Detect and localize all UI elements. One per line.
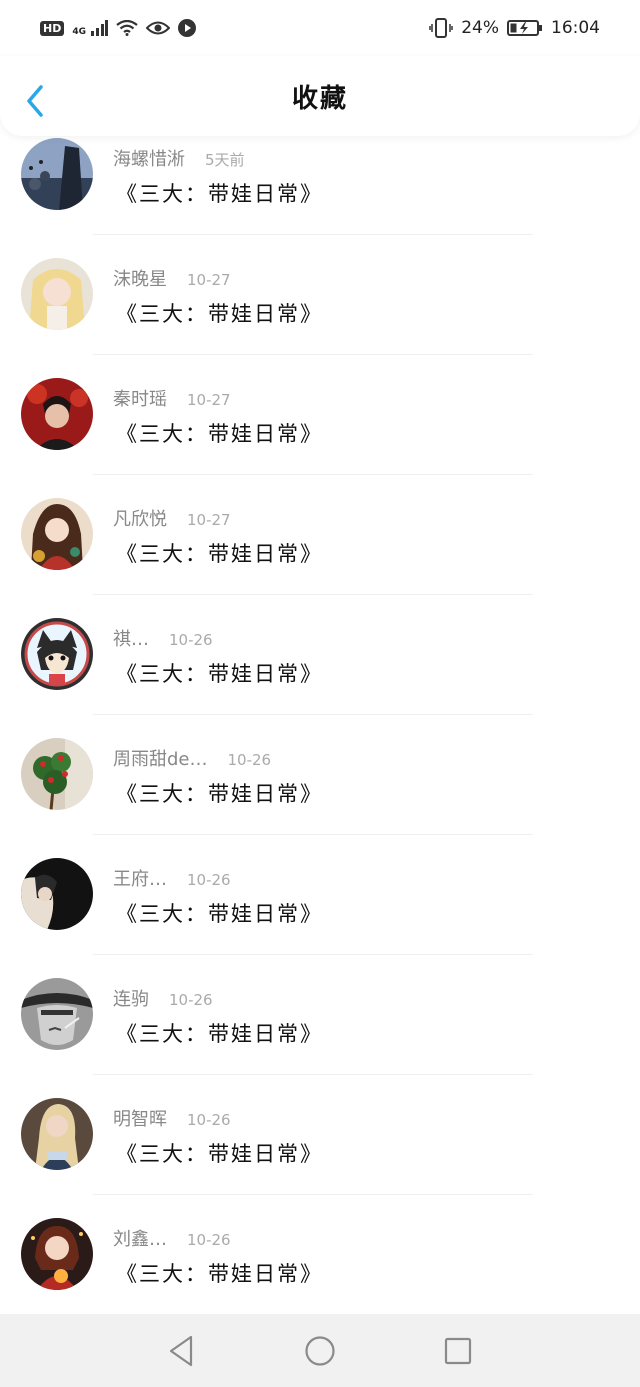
user-name[interactable]: 祺… (113, 625, 149, 651)
divider (93, 1194, 533, 1195)
battery-percent: 24% (461, 18, 499, 38)
item-time: 10-26 (227, 751, 272, 769)
page-title: 收藏 (291, 83, 348, 114)
divider (93, 1074, 533, 1075)
divider (93, 834, 533, 835)
divider (93, 354, 533, 355)
work-title[interactable]: 《三大：带娃日常》 (116, 778, 323, 808)
item-time: 10-26 (169, 631, 213, 649)
divider (93, 594, 533, 595)
item-meta: 沫晚星 10-27 (113, 265, 231, 291)
avatar (21, 738, 93, 810)
item-meta: 海螺惜淅 5天前 (113, 145, 245, 171)
item-time: 10-27 (187, 511, 231, 529)
avatar (21, 858, 93, 930)
chevron-left-icon (27, 85, 43, 117)
list-item[interactable]: 连驹 10-26 《三大：带娃日常》 (0, 970, 640, 1090)
avatar (21, 258, 93, 330)
list-item[interactable]: 周雨甜de… 10-26 《三大：带娃日常》 (0, 730, 640, 850)
user-name[interactable]: 王府… (113, 865, 167, 891)
item-meta: 刘鑫… 10-26 (113, 1225, 231, 1251)
avatar (21, 1218, 93, 1290)
avatar (21, 498, 93, 570)
list-item[interactable]: 祺… 10-26 《三大：带娃日常》 (0, 610, 640, 730)
item-meta: 周雨甜de… 10-26 (113, 745, 271, 771)
work-title[interactable]: 《三大：带娃日常》 (116, 1138, 323, 1168)
work-title[interactable]: 《三大：带娃日常》 (116, 658, 323, 688)
work-title[interactable]: 《三大：带娃日常》 (116, 1018, 323, 1048)
avatar (21, 1098, 93, 1170)
work-title[interactable]: 《三大：带娃日常》 (116, 1258, 323, 1288)
work-title[interactable]: 《三大：带娃日常》 (116, 538, 323, 568)
status-bar: HD 4G 24% 16:04 (0, 0, 640, 56)
circle-home-icon (305, 1335, 335, 1366)
divider (93, 474, 533, 475)
item-time: 10-26 (169, 991, 213, 1009)
item-time: 10-27 (187, 271, 231, 289)
list-item[interactable]: 王府… 10-26 《三大：带娃日常》 (0, 850, 640, 970)
item-meta: 连驹 10-26 (113, 985, 213, 1011)
status-bar-left: HD 4G (40, 19, 196, 37)
item-time: 10-26 (187, 871, 231, 889)
list-item[interactable]: 明智晖 10-26 《三大：带娃日常》 (0, 1090, 640, 1210)
user-name[interactable]: 刘鑫… (113, 1225, 167, 1251)
wifi-icon (116, 20, 138, 36)
user-name[interactable]: 凡欣悦 (113, 505, 167, 531)
avatar (21, 138, 93, 210)
list-item[interactable]: 海螺惜淅 5天前 《三大：带娃日常》 (0, 130, 640, 250)
triangle-back-icon (169, 1335, 193, 1366)
battery-charging-icon (507, 20, 542, 36)
item-meta: 秦时瑶 10-27 (113, 385, 231, 411)
user-name[interactable]: 沫晚星 (113, 265, 167, 291)
favorites-list: 海螺惜淅 5天前 《三大：带娃日常》 沫晚星 10-27 《三大：带娃日常》 秦… (0, 130, 640, 1330)
status-bar-right: 24% 16:04 (429, 18, 600, 38)
hd-badge: HD (40, 20, 65, 36)
user-name[interactable]: 周雨甜de… (113, 745, 208, 771)
item-time: 10-26 (187, 1111, 231, 1129)
work-title[interactable]: 《三大：带娃日常》 (116, 418, 323, 448)
divider (93, 954, 533, 955)
divider (93, 234, 533, 235)
square-recents-icon (444, 1337, 472, 1364)
avatar (21, 618, 93, 690)
list-item[interactable]: 沫晚星 10-27 《三大：带娃日常》 (0, 250, 640, 370)
play-icon (178, 19, 196, 37)
item-meta: 凡欣悦 10-27 (113, 505, 231, 531)
work-title[interactable]: 《三大：带娃日常》 (116, 298, 323, 328)
user-name[interactable]: 海螺惜淅 (113, 145, 185, 171)
user-name[interactable]: 连驹 (113, 985, 149, 1011)
signal-icon (91, 20, 108, 36)
item-meta: 明智晖 10-26 (113, 1105, 231, 1131)
work-title[interactable]: 《三大：带娃日常》 (116, 178, 323, 208)
avatar (21, 978, 93, 1050)
item-time: 10-26 (187, 1231, 231, 1249)
work-title[interactable]: 《三大：带娃日常》 (116, 898, 323, 928)
app-header: 收藏 (0, 56, 640, 136)
list-item[interactable]: 秦时瑶 10-27 《三大：带娃日常》 (0, 370, 640, 490)
vibrate-icon (429, 18, 453, 38)
user-name[interactable]: 秦时瑶 (113, 385, 167, 411)
user-name[interactable]: 明智晖 (113, 1105, 167, 1131)
nav-home-button[interactable] (300, 1331, 340, 1371)
nav-recents-button[interactable] (438, 1331, 478, 1371)
item-meta: 王府… 10-26 (113, 865, 231, 891)
item-meta: 祺… 10-26 (113, 625, 213, 651)
system-nav-bar (0, 1314, 640, 1387)
list-item[interactable]: 刘鑫… 10-26 《三大：带娃日常》 (0, 1210, 640, 1330)
back-button[interactable] (20, 76, 60, 124)
clock: 16:04 (551, 18, 600, 38)
nav-back-button[interactable] (162, 1331, 202, 1371)
list-item[interactable]: 凡欣悦 10-27 《三大：带娃日常》 (0, 490, 640, 610)
eye-icon (146, 21, 170, 35)
item-time: 10-27 (187, 391, 231, 409)
avatar (21, 378, 93, 450)
divider (93, 714, 533, 715)
network-type: 4G (72, 27, 86, 37)
item-time: 5天前 (205, 151, 245, 169)
